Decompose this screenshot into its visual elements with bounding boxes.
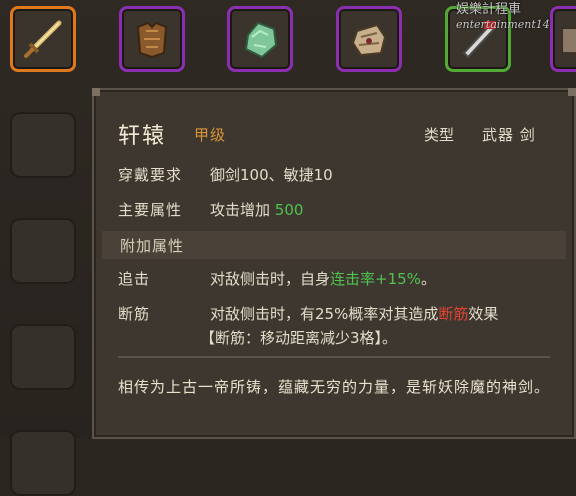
item-description: 相传为上古一帝所铸，蕴藏无穷的力量，是斩妖除魔的神剑。 [118,378,551,396]
extra-attr-title: 附加属性 [120,237,185,255]
jade-stone-icon [244,21,278,59]
main-attr-value: 500 [274,201,304,219]
item-slot-pouch[interactable] [336,6,402,72]
divider [118,356,550,358]
extra-text-hamstring-line2: 【断筋：移动距离减少3格】。 [200,329,398,347]
extra-text-pre: 对敌侧击时，自身 [210,270,331,288]
main-attr-line: 攻击增加 500 [210,199,303,220]
pouch-icon [351,23,387,57]
extra-highlight: 连击率+15% [330,270,421,288]
item-slot-armor[interactable] [119,6,185,72]
item-slot-sword[interactable] [10,6,76,72]
empty-slot[interactable] [10,112,76,178]
main-attr-text: 攻击增加 [210,201,271,219]
tooltip-corner [568,88,576,96]
extra-text-chase: 对敌侧击时，自身连击率+15%。 [210,268,436,289]
watermark: 娱樂計程車 entertainment14 [456,2,574,32]
item-tooltip: 轩辕 甲级 类型 武器 剑 穿戴要求 御剑100、敏捷10 主要属性 攻击增加 … [92,88,576,439]
requirement-value: 御剑100、敏捷10 [210,166,333,184]
empty-slot[interactable] [10,430,76,496]
extra-text-post: 效果 [468,305,499,323]
leather-armor-icon [136,21,168,59]
sword-icon [24,20,62,58]
item-name: 轩辕 [118,124,167,149]
extra-label-hamstring: 断筋 [118,305,151,323]
watermark-line1: 娱樂計程車 [456,2,522,17]
item-slot-jade[interactable] [227,6,293,72]
item-grade: 甲级 [194,126,227,144]
extra-text-pre: 对敌侧击时，有25%概率对其造成 [210,305,439,323]
extra-highlight: 断筋 [438,305,469,323]
requirement-label: 穿戴要求 [118,166,183,184]
empty-slot[interactable] [10,324,76,390]
item-type-label: 类型 [424,126,455,144]
extra-attr-header: 附加属性 [102,231,566,259]
empty-slot[interactable] [10,218,76,284]
main-attr-label: 主要属性 [118,201,183,219]
extra-text-post: 。 [420,270,436,288]
game-screen: 娱樂計程車 entertainment14 轩辕 甲级 类型 武器 剑 穿戴要求… [0,0,576,496]
item-type-value: 武器 剑 [482,126,536,144]
extra-label-chase: 追击 [118,270,151,288]
watermark-line2: entertainment14 [456,18,550,31]
tooltip-corner [92,88,100,96]
extra-text-hamstring: 对敌侧击时，有25%概率对其造成断筋效果 [210,303,498,324]
